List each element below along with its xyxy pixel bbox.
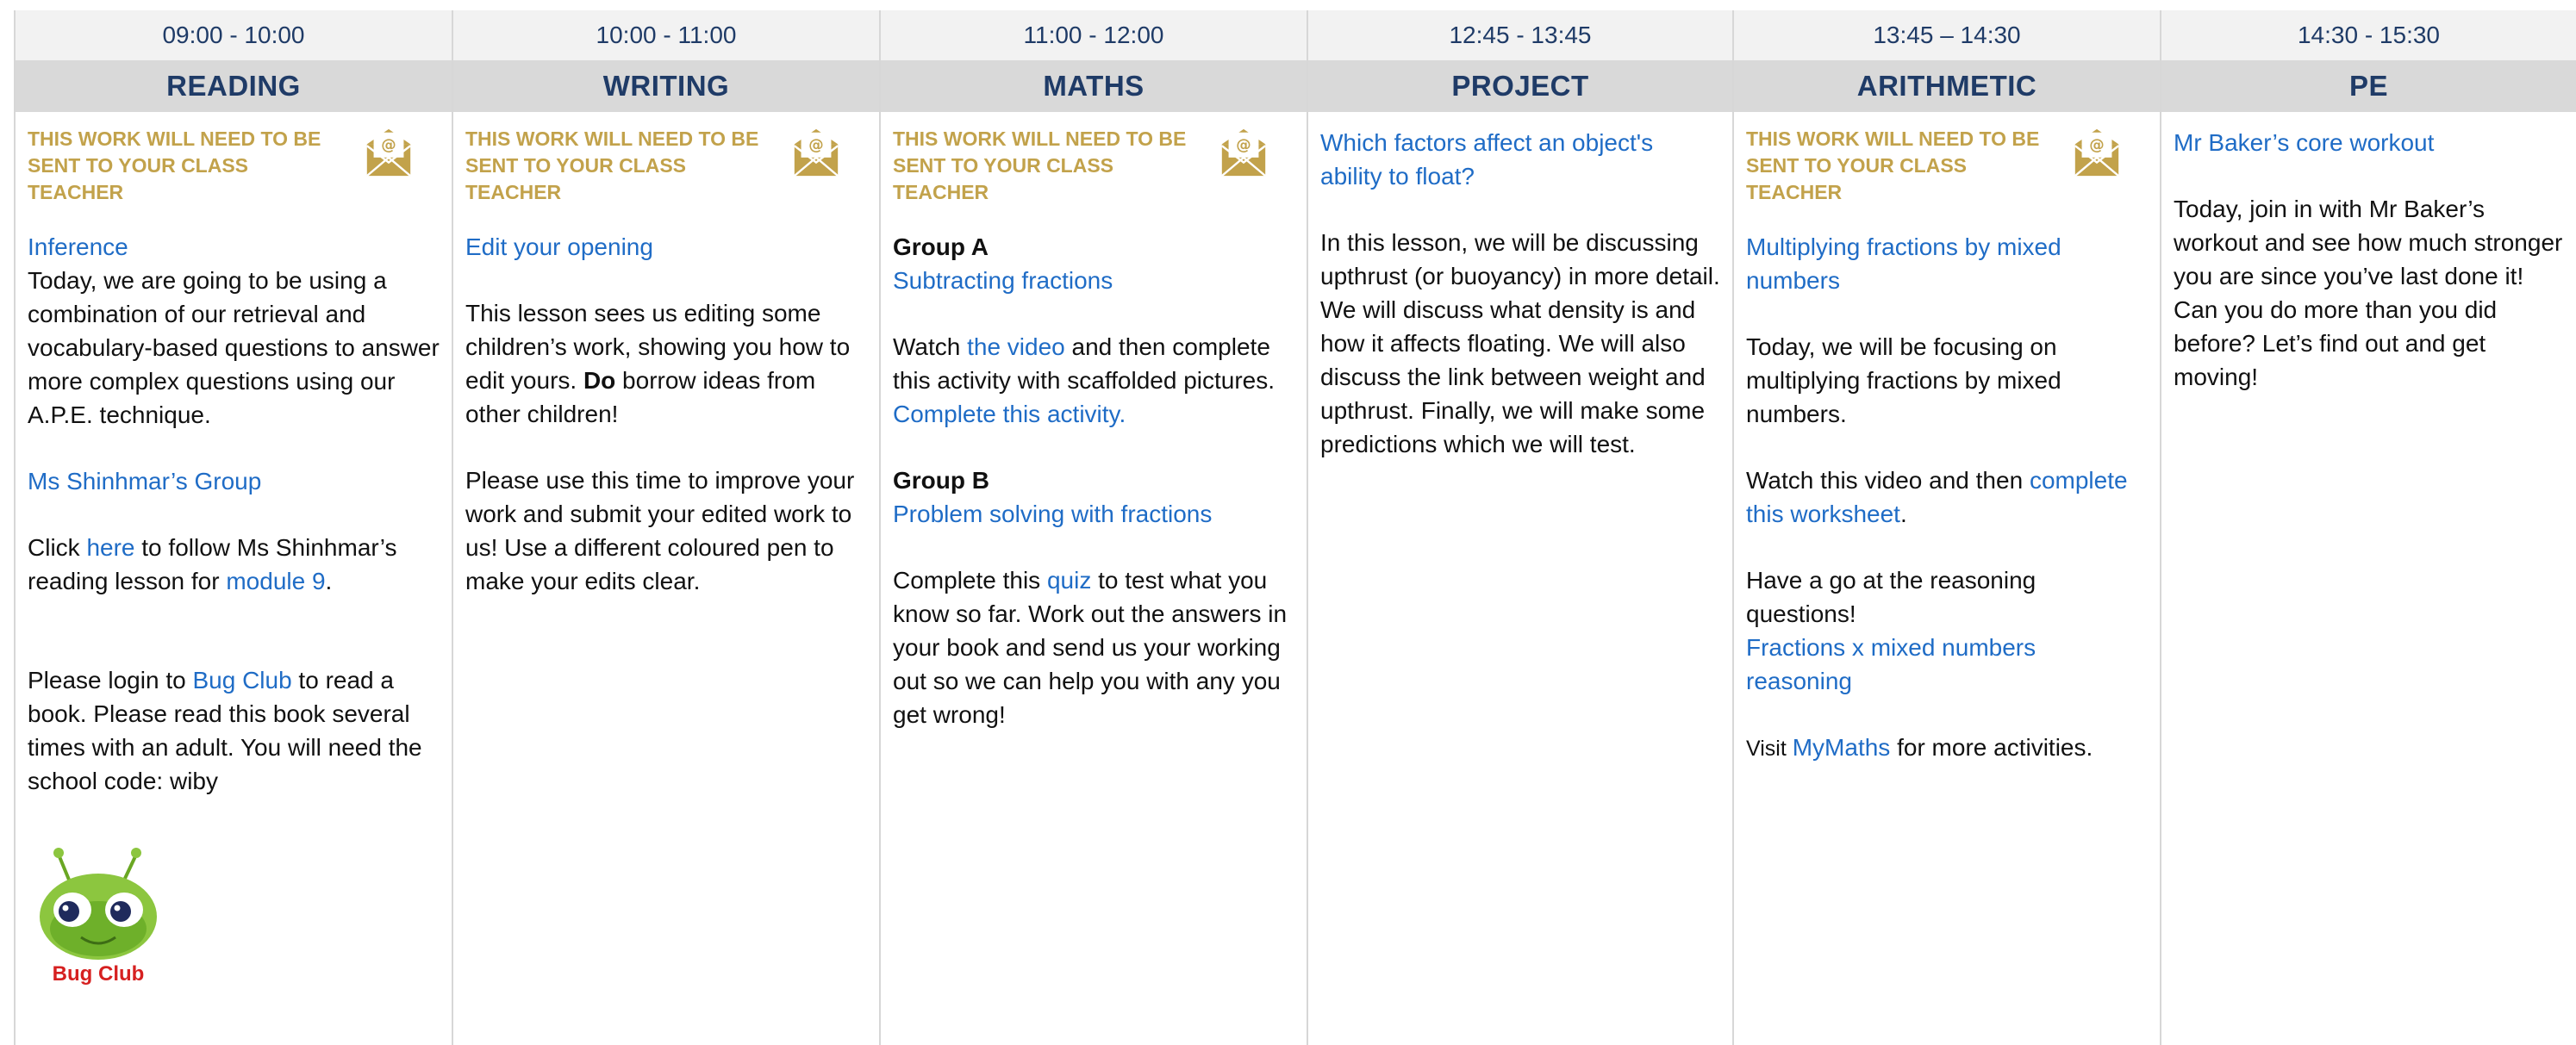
svg-text:@: @ <box>381 137 396 154</box>
lesson-text-2: Please use this time to improve your wor… <box>465 467 855 594</box>
column-body: THIS WORK WILL NEED TO BE SENT TO YOUR C… <box>16 112 452 998</box>
column-body: Which factors affect an object's ability… <box>1308 112 1732 494</box>
lesson-title-link[interactable]: Multiplying fractions by mixed numbers <box>1746 230 2148 297</box>
email-envelope-icon: @ <box>1221 128 1266 177</box>
time-slot: 11:00 - 12:00 <box>881 10 1307 60</box>
complete-activity-link[interactable]: Complete this activity. <box>893 397 1294 431</box>
subject-heading: WRITING <box>453 60 879 112</box>
send-to-teacher-notice: THIS WORK WILL NEED TO BE SENT TO YOUR C… <box>1746 126 2148 206</box>
notice-text: THIS WORK WILL NEED TO BE SENT TO YOUR C… <box>28 128 321 203</box>
subject-heading: PROJECT <box>1308 60 1732 112</box>
group-b-heading: Group B <box>893 467 989 494</box>
email-envelope-icon: @ <box>794 128 839 177</box>
subject-heading: MATHS <box>881 60 1307 112</box>
time-slot: 09:00 - 10:00 <box>16 10 452 60</box>
quiz-link[interactable]: quiz <box>1047 567 1091 594</box>
login-instruction: Please login to Bug Club to read a book.… <box>28 667 422 794</box>
module-9-link[interactable]: module 9 <box>226 568 325 594</box>
lesson-text: This lesson sees us editing some childre… <box>465 300 851 427</box>
timetable-grid: 09:00 - 10:00 READING THIS WORK WILL NEE… <box>14 10 2576 1045</box>
column-body: THIS WORK WILL NEED TO BE SENT TO YOUR C… <box>881 112 1307 731</box>
mymaths-link[interactable]: MyMaths <box>1793 734 1891 761</box>
notice-text: THIS WORK WILL NEED TO BE SENT TO YOUR C… <box>1746 128 2040 203</box>
lesson-text: Today, we will be focusing on multiplyin… <box>1746 333 2061 427</box>
bug-club-link[interactable]: Bug Club <box>192 667 291 694</box>
reasoning-link[interactable]: Fractions x mixed numbers reasoning <box>1746 631 2148 698</box>
click-instruction: Click here to follow Ms Shinhmar’s readi… <box>28 534 397 594</box>
svg-text:@: @ <box>808 137 823 154</box>
send-to-teacher-notice: THIS WORK WILL NEED TO BE SENT TO YOUR C… <box>28 126 440 206</box>
email-envelope-icon: @ <box>366 128 411 177</box>
reasoning-text: Have a go at the reasoning questions! <box>1746 567 2036 627</box>
quiz-instruction: Complete this quiz to test what you know… <box>893 567 1288 728</box>
column-maths: 11:00 - 12:00 MATHS THIS WORK WILL NEED … <box>881 10 1308 1045</box>
time-slot: 14:30 - 15:30 <box>2161 10 2576 60</box>
send-to-teacher-notice: THIS WORK WILL NEED TO BE SENT TO YOUR C… <box>465 126 867 206</box>
visit-instruction: Visit MyMaths for more activities. <box>1746 734 2093 761</box>
group-link[interactable]: Ms Shinhmar’s Group <box>28 464 440 498</box>
column-body: THIS WORK WILL NEED TO BE SENT TO YOUR C… <box>1734 112 2160 766</box>
send-to-teacher-notice: THIS WORK WILL NEED TO BE SENT TO YOUR C… <box>893 126 1294 206</box>
timetable-page: 09:00 - 10:00 READING THIS WORK WILL NEE… <box>0 0 2576 1045</box>
bug-club-logo[interactable]: Bug Club <box>36 843 165 989</box>
subject-heading: PE <box>2161 60 2576 112</box>
lesson-title-link[interactable]: Which factors affect an object's ability… <box>1320 126 1720 193</box>
lesson-text: Today, join in with Mr Baker’s workout a… <box>2174 196 2563 390</box>
subtracting-fractions-link[interactable]: Subtracting fractions <box>893 264 1294 297</box>
svg-text:@: @ <box>1236 137 1251 154</box>
column-pe: 14:30 - 15:30 PE Mr Baker’s core workout… <box>2161 10 2576 1045</box>
watch-instruction: Watch the video and then complete this a… <box>893 333 1276 394</box>
lesson-title-link[interactable]: Inference <box>28 230 440 264</box>
video-link[interactable]: the video <box>967 333 1065 360</box>
column-body: THIS WORK WILL NEED TO BE SENT TO YOUR C… <box>453 112 879 631</box>
watch-instruction: Watch this video and then complete this … <box>1746 467 2128 527</box>
notice-text: THIS WORK WILL NEED TO BE SENT TO YOUR C… <box>893 128 1187 203</box>
time-slot: 13:45 – 14:30 <box>1734 10 2160 60</box>
column-arithmetic: 13:45 – 14:30 ARITHMETIC THIS WORK WILL … <box>1734 10 2161 1045</box>
lesson-title-link[interactable]: Mr Baker’s core workout <box>2174 126 2564 159</box>
bug-club-logo-text: Bug Club <box>53 962 145 986</box>
email-envelope-icon: @ <box>2074 128 2119 177</box>
lesson-title-link[interactable]: Edit your opening <box>465 230 867 264</box>
subject-heading: READING <box>16 60 452 112</box>
time-slot: 12:45 - 13:45 <box>1308 10 1732 60</box>
column-reading: 09:00 - 10:00 READING THIS WORK WILL NEE… <box>14 10 453 1045</box>
notice-text: THIS WORK WILL NEED TO BE SENT TO YOUR C… <box>465 128 759 203</box>
svg-text:@: @ <box>2089 137 2104 154</box>
lesson-intro: Today, we are going to be using a combin… <box>28 267 440 428</box>
here-link[interactable]: here <box>86 534 134 561</box>
subject-heading: ARITHMETIC <box>1734 60 2160 112</box>
column-writing: 10:00 - 11:00 WRITING THIS WORK WILL NEE… <box>453 10 881 1045</box>
column-body: Mr Baker’s core workout Today, join in w… <box>2161 112 2576 426</box>
lesson-text: In this lesson, we will be discussing up… <box>1320 229 1720 457</box>
group-a-heading: Group A <box>893 233 989 260</box>
column-project: 12:45 - 13:45 PROJECT Which factors affe… <box>1308 10 1734 1045</box>
problem-solving-link[interactable]: Problem solving with fractions <box>893 497 1294 531</box>
time-slot: 10:00 - 11:00 <box>453 10 879 60</box>
